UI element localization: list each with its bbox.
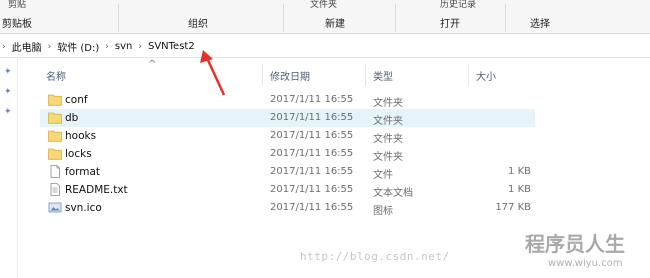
address-bar[interactable]: › 此电脑 › 软件 (D:) › svn › SVNTest2 xyxy=(0,36,650,58)
file-row-hooks[interactable]: hooks 2017/1/11 16:55 文件夹 xyxy=(40,127,535,145)
file-type: 文件夹 xyxy=(373,98,403,109)
ribbon-group-select: 选择 xyxy=(530,19,550,30)
ribbon-group-clipboard: 剪贴板 xyxy=(2,19,32,30)
breadcrumb-drive-d[interactable]: 软件 (D:) xyxy=(57,39,99,54)
file-date: 2017/1/11 16:55 xyxy=(270,184,354,195)
file-type: 文件 xyxy=(373,170,393,181)
column-header-size-label: 大小 xyxy=(476,71,496,83)
image-file-icon xyxy=(48,202,62,213)
breadcrumb-svntest2[interactable]: SVNTest2 xyxy=(148,41,195,52)
file-row-format[interactable]: format 2017/1/11 16:55 文件 1 KB xyxy=(40,163,535,181)
chevron-right-icon[interactable]: › xyxy=(138,42,142,52)
clipboard-partial-label: 剪贴 xyxy=(8,0,27,10)
file-type: 图标 xyxy=(373,206,393,217)
ribbon-group-new: 新建 xyxy=(325,19,345,30)
column-divider[interactable] xyxy=(262,64,263,86)
column-header-type[interactable]: 类型 xyxy=(373,64,468,86)
pin-icon[interactable]: ✦ xyxy=(4,107,12,117)
file-type: 文件夹 xyxy=(373,116,403,127)
file-name: locks xyxy=(65,148,92,160)
ribbon-group-open: 打开 xyxy=(440,19,460,30)
file-row-svn-ico[interactable]: svn.ico 2017/1/11 16:55 图标 177 KB xyxy=(40,199,535,217)
file-icon xyxy=(50,165,60,178)
file-row-locks[interactable]: locks 2017/1/11 16:55 文件夹 xyxy=(40,145,535,163)
chevron-right-icon[interactable]: › xyxy=(48,42,52,52)
breadcrumb-this-pc[interactable]: 此电脑 xyxy=(12,39,42,54)
pin-icon[interactable]: ✦ xyxy=(4,87,12,97)
ribbon-group-organize: 组织 xyxy=(188,19,208,30)
ribbon-separator xyxy=(118,4,119,32)
column-header-size[interactable]: 大小 xyxy=(476,64,536,86)
column-header-date-label: 修改日期 xyxy=(270,71,310,83)
column-divider[interactable] xyxy=(365,64,366,86)
file-name: svn.ico xyxy=(65,202,102,214)
file-name: conf xyxy=(65,94,88,106)
breadcrumb-svn[interactable]: svn xyxy=(115,41,132,52)
column-header-date[interactable]: 修改日期 xyxy=(270,64,365,86)
file-name: db xyxy=(65,112,79,124)
column-header-name-label: 名称 xyxy=(46,71,66,83)
file-type: 文件夹 xyxy=(373,152,403,163)
file-size: 177 KB xyxy=(495,202,531,213)
folder-icon xyxy=(48,148,62,160)
file-date: 2017/1/11 16:55 xyxy=(270,148,354,159)
watermark-site: www.wiyu.com xyxy=(548,258,623,269)
pin-icon[interactable]: ✦ xyxy=(4,67,12,77)
chevron-right-icon[interactable]: › xyxy=(2,42,6,52)
watermark-logo: 程序员人生 xyxy=(525,232,625,256)
file-date: 2017/1/11 16:55 xyxy=(270,130,354,141)
column-header-type-label: 类型 xyxy=(373,71,393,83)
file-type: 文本文档 xyxy=(373,188,413,199)
column-divider[interactable] xyxy=(468,64,469,86)
folder-icon xyxy=(48,112,62,124)
file-date: 2017/1/11 16:55 xyxy=(270,94,354,105)
file-date: 2017/1/11 16:55 xyxy=(270,166,354,177)
file-row-readme[interactable]: README.txt 2017/1/11 16:55 文本文档 1 KB xyxy=(40,181,535,199)
chevron-right-icon[interactable]: › xyxy=(105,42,109,52)
file-type: 文件夹 xyxy=(373,134,403,145)
ribbon-separator xyxy=(283,4,284,32)
file-name: hooks xyxy=(65,130,97,142)
ribbon-separator xyxy=(505,4,506,32)
file-date: 2017/1/11 16:55 xyxy=(270,202,354,213)
folder-icon xyxy=(48,94,62,106)
folder-icon xyxy=(48,130,62,142)
file-name: README.txt xyxy=(65,184,128,196)
file-size: 1 KB xyxy=(508,166,531,177)
ribbon: 剪贴 剪贴板 组织 文件夹 新建 历史记录 打开 选择 xyxy=(0,0,650,34)
file-size: 1 KB xyxy=(508,184,531,195)
file-row-conf[interactable]: conf 2017/1/11 16:55 文件夹 xyxy=(40,91,535,109)
column-header-name[interactable]: 名称 xyxy=(46,64,256,86)
history-partial-label[interactable]: 历史记录 xyxy=(440,0,476,10)
text-file-icon xyxy=(50,183,60,196)
file-date: 2017/1/11 16:55 xyxy=(270,112,354,123)
new-folder-partial-label[interactable]: 文件夹 xyxy=(310,0,337,10)
watermark-url: http://blog.csdn.net/ xyxy=(300,250,450,263)
file-name: format xyxy=(65,166,101,178)
ribbon-separator xyxy=(395,4,396,32)
file-row-db[interactable]: db 2017/1/11 16:55 文件夹 xyxy=(40,109,535,127)
navigation-pane[interactable]: ✦ ✦ ✦ xyxy=(0,59,18,278)
